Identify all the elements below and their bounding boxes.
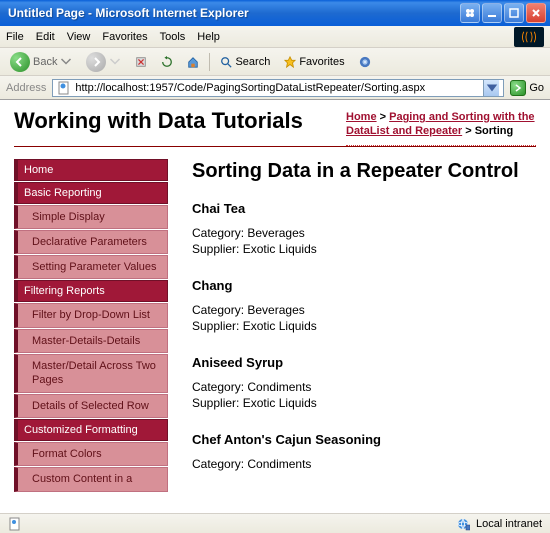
nav-custom-content[interactable]: Custom Content in a <box>14 467 168 491</box>
supplier-label: Supplier: <box>192 242 239 256</box>
product-name: Aniseed Syrup <box>192 355 536 370</box>
page-status-icon <box>8 517 22 531</box>
content-viewport[interactable]: Working with Data Tutorials Home > Pagin… <box>0 100 550 513</box>
theme-button[interactable] <box>460 3 480 23</box>
close-button[interactable] <box>526 3 546 23</box>
supplier-value: Exotic Liquids <box>243 242 317 256</box>
nav-master-two-pages[interactable]: Master/Detail Across Two Pages <box>14 354 168 393</box>
supplier-value: Exotic Liquids <box>243 319 317 333</box>
category-value: Beverages <box>247 226 304 240</box>
category-label: Category: <box>192 303 244 317</box>
address-input[interactable]: http://localhost:1957/Code/PagingSorting… <box>52 79 504 97</box>
menu-help[interactable]: Help <box>197 31 220 43</box>
nav-simple-display[interactable]: Simple Display <box>14 205 168 229</box>
back-button[interactable]: Back <box>6 50 76 74</box>
nav-filtering-reports[interactable]: Filtering Reports <box>14 280 168 302</box>
home-icon <box>187 56 199 68</box>
category-value: Condiments <box>247 380 311 394</box>
product-item: Chang Category: Beverages Supplier: Exot… <box>192 278 536 333</box>
window-titlebar: Untitled Page - Microsoft Internet Explo… <box>0 0 550 26</box>
menu-tools[interactable]: Tools <box>160 31 186 43</box>
home-button[interactable] <box>183 54 203 70</box>
category-value: Condiments <box>247 457 311 471</box>
nav-filter-dropdown[interactable]: Filter by Drop-Down List <box>14 303 168 327</box>
refresh-button[interactable] <box>157 54 177 70</box>
address-dropdown-icon[interactable] <box>483 80 499 96</box>
toolbar: Back Search Favorites <box>0 48 550 76</box>
nav-home[interactable]: Home <box>14 159 168 181</box>
nav-basic-reporting[interactable]: Basic Reporting <box>14 182 168 204</box>
window-title: Untitled Page - Microsoft Internet Explo… <box>4 6 458 20</box>
forward-button <box>82 50 125 74</box>
nav-setting-parameter-values[interactable]: Setting Parameter Values <box>14 255 168 279</box>
stop-button[interactable] <box>131 54 151 70</box>
address-bar: Address http://localhost:1957/Code/Pagin… <box>0 76 550 100</box>
status-bar: Local intranet <box>0 513 550 533</box>
product-item: Aniseed Syrup Category: Condiments Suppl… <box>192 355 536 410</box>
favorites-label: Favorites <box>299 56 344 68</box>
refresh-icon <box>161 56 173 68</box>
page-title: Working with Data Tutorials <box>14 108 346 146</box>
media-button[interactable] <box>355 54 375 70</box>
separator <box>209 53 210 71</box>
media-icon <box>359 56 371 68</box>
chevron-down-icon <box>109 56 121 68</box>
menu-file[interactable]: File <box>6 31 24 43</box>
address-url: http://localhost:1957/Code/PagingSorting… <box>75 82 425 94</box>
product-item: Chef Anton's Cajun Seasoning Category: C… <box>192 432 536 471</box>
go-label: Go <box>529 82 544 94</box>
nav-details-selected-row[interactable]: Details of Selected Row <box>14 394 168 418</box>
nav-master-details[interactable]: Master-Details-Details <box>14 329 168 353</box>
stop-icon <box>135 56 147 68</box>
chevron-down-icon <box>60 56 72 68</box>
product-name: Chang <box>192 278 536 293</box>
category-label: Category: <box>192 457 244 471</box>
search-icon <box>220 56 232 68</box>
search-button[interactable]: Search <box>216 54 274 70</box>
category-label: Category: <box>192 380 244 394</box>
search-label: Search <box>235 56 270 68</box>
nav-format-colors[interactable]: Format Colors <box>14 442 168 466</box>
category-value: Beverages <box>247 303 304 317</box>
zone-icon <box>456 517 470 531</box>
go-icon <box>510 80 526 96</box>
breadcrumb-current: Sorting <box>475 125 514 137</box>
menu-edit[interactable]: Edit <box>36 31 55 43</box>
category-label: Category: <box>192 226 244 240</box>
product-name: Chai Tea <box>192 201 536 216</box>
star-icon <box>284 56 296 68</box>
menu-view[interactable]: View <box>67 31 91 43</box>
go-button[interactable]: Go <box>510 80 544 96</box>
nav-declarative-parameters[interactable]: Declarative Parameters <box>14 230 168 254</box>
forward-icon <box>86 52 106 72</box>
supplier-label: Supplier: <box>192 319 239 333</box>
product-name: Chef Anton's Cajun Seasoning <box>192 432 536 447</box>
page-icon <box>57 81 71 95</box>
menubar: File Edit View Favorites Tools Help <box>0 26 550 48</box>
maximize-button[interactable] <box>504 3 524 23</box>
supplier-value: Exotic Liquids <box>243 396 317 410</box>
zone-label: Local intranet <box>476 518 542 530</box>
menu-favorites[interactable]: Favorites <box>102 31 147 43</box>
main-panel: Sorting Data in a Repeater Control Chai … <box>192 159 536 493</box>
minimize-button[interactable] <box>482 3 502 23</box>
sidebar-nav: Home Basic Reporting Simple Display Decl… <box>14 159 168 493</box>
breadcrumb-home[interactable]: Home <box>346 111 377 123</box>
ie-logo-icon <box>514 27 544 47</box>
address-label: Address <box>6 82 46 94</box>
supplier-label: Supplier: <box>192 396 239 410</box>
nav-customized-formatting[interactable]: Customized Formatting <box>14 419 168 441</box>
back-icon <box>10 52 30 72</box>
main-heading: Sorting Data in a Repeater Control <box>192 159 536 183</box>
back-label: Back <box>33 56 57 68</box>
breadcrumb: Home > Paging and Sorting with the DataL… <box>346 108 536 146</box>
product-item: Chai Tea Category: Beverages Supplier: E… <box>192 201 536 256</box>
favorites-button[interactable]: Favorites <box>280 54 348 70</box>
